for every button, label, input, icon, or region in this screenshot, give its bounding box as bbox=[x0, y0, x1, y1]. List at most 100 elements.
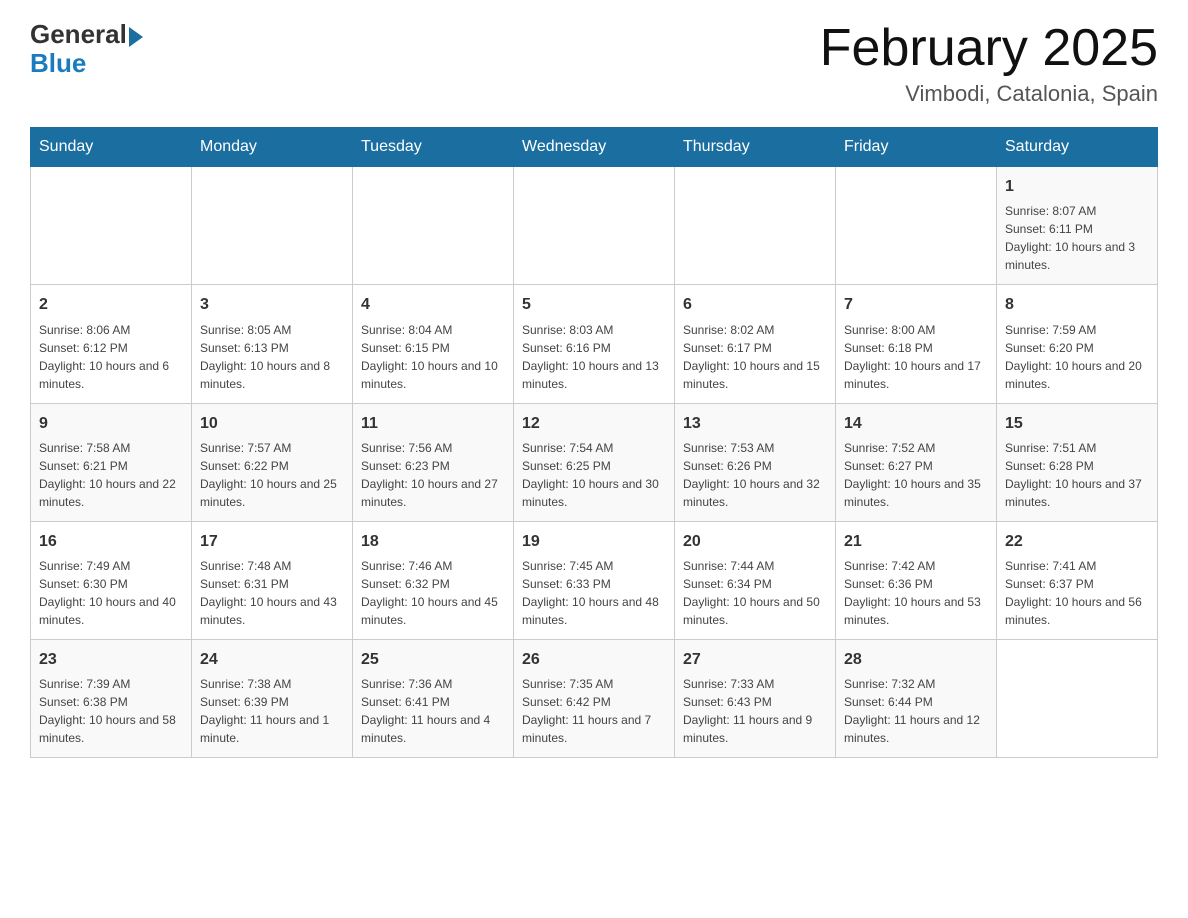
calendar-cell: 25 Sunrise: 7:36 AMSunset: 6:41 PMDayligh… bbox=[353, 639, 514, 757]
calendar-cell: 12Sunrise: 7:54 AMSunset: 6:25 PMDayligh… bbox=[514, 403, 675, 521]
day-number: 15 bbox=[1005, 412, 1149, 435]
calendar-cell bbox=[192, 167, 353, 285]
calendar-cell: 7 Sunrise: 8:00 AMSunset: 6:18 PMDaylight… bbox=[836, 285, 997, 403]
day-number: 25 bbox=[361, 648, 505, 671]
day-number: 11 bbox=[361, 412, 505, 435]
logo-arrow-icon bbox=[129, 27, 143, 47]
day-number: 12 bbox=[522, 412, 666, 435]
day-number: 10 bbox=[200, 412, 344, 435]
day-info: Sunrise: 7:36 AMSunset: 6:41 PMDaylight:… bbox=[361, 675, 505, 747]
day-number: 19 bbox=[522, 530, 666, 553]
calendar-cell bbox=[31, 167, 192, 285]
day-number: 4 bbox=[361, 293, 505, 316]
logo: General Blue bbox=[30, 20, 143, 77]
day-info: Sunrise: 7:39 AMSunset: 6:38 PMDaylight:… bbox=[39, 675, 183, 747]
location-subtitle: Vimbodi, Catalonia, Spain bbox=[820, 81, 1158, 107]
day-info: Sunrise: 7:46 AMSunset: 6:32 PMDaylight:… bbox=[361, 557, 505, 629]
month-year-title: February 2025 bbox=[820, 20, 1158, 77]
calendar-cell: 6 Sunrise: 8:02 AMSunset: 6:17 PMDaylight… bbox=[675, 285, 836, 403]
calendar-cell: 21Sunrise: 7:42 AMSunset: 6:36 PMDayligh… bbox=[836, 521, 997, 639]
day-number: 7 bbox=[844, 293, 988, 316]
day-info: Sunrise: 7:41 AMSunset: 6:37 PMDaylight:… bbox=[1005, 557, 1149, 629]
calendar-cell: 2 Sunrise: 8:06 AMSunset: 6:12 PMDaylight… bbox=[31, 285, 192, 403]
day-number: 26 bbox=[522, 648, 666, 671]
calendar-cell: 4 Sunrise: 8:04 AMSunset: 6:15 PMDaylight… bbox=[353, 285, 514, 403]
day-info: Sunrise: 7:48 AMSunset: 6:31 PMDaylight:… bbox=[200, 557, 344, 629]
calendar-cell: 17 Sunrise: 7:48 AMSunset: 6:31 PMDayligh… bbox=[192, 521, 353, 639]
logo-general-text: General bbox=[30, 19, 127, 49]
day-info: Sunrise: 7:56 AMSunset: 6:23 PMDaylight:… bbox=[361, 439, 505, 511]
calendar-week-row: 1 Sunrise: 8:07 AMSunset: 6:11 PMDaylight… bbox=[31, 167, 1158, 285]
day-info: Sunrise: 7:53 AMSunset: 6:26 PMDaylight:… bbox=[683, 439, 827, 511]
day-info: Sunrise: 8:02 AMSunset: 6:17 PMDaylight:… bbox=[683, 321, 827, 393]
calendar-cell: 18 Sunrise: 7:46 AMSunset: 6:32 PMDayligh… bbox=[353, 521, 514, 639]
day-number: 16 bbox=[39, 530, 183, 553]
calendar-week-row: 2 Sunrise: 8:06 AMSunset: 6:12 PMDaylight… bbox=[31, 285, 1158, 403]
calendar-cell: 26 Sunrise: 7:35 AMSunset: 6:42 PMDayligh… bbox=[514, 639, 675, 757]
calendar-week-row: 9Sunrise: 7:58 AMSunset: 6:21 PMDaylight… bbox=[31, 403, 1158, 521]
day-number: 5 bbox=[522, 293, 666, 316]
weekday-header-wednesday: Wednesday bbox=[514, 128, 675, 167]
day-number: 18 bbox=[361, 530, 505, 553]
day-number: 8 bbox=[1005, 293, 1149, 316]
day-number: 23 bbox=[39, 648, 183, 671]
weekday-header-saturday: Saturday bbox=[997, 128, 1158, 167]
calendar-cell: 10 Sunrise: 7:57 AMSunset: 6:22 PMDayligh… bbox=[192, 403, 353, 521]
calendar-cell: 3Sunrise: 8:05 AMSunset: 6:13 PMDaylight… bbox=[192, 285, 353, 403]
day-number: 1 bbox=[1005, 175, 1149, 198]
day-info: Sunrise: 7:51 AMSunset: 6:28 PMDaylight:… bbox=[1005, 439, 1149, 511]
calendar-cell: 1 Sunrise: 8:07 AMSunset: 6:11 PMDaylight… bbox=[997, 167, 1158, 285]
calendar-cell bbox=[353, 167, 514, 285]
day-info: Sunrise: 8:05 AMSunset: 6:13 PMDaylight:… bbox=[200, 321, 344, 393]
day-number: 2 bbox=[39, 293, 183, 316]
calendar-cell bbox=[514, 167, 675, 285]
calendar-week-row: 16 Sunrise: 7:49 AMSunset: 6:30 PMDayligh… bbox=[31, 521, 1158, 639]
calendar-header-row: SundayMondayTuesdayWednesdayThursdayFrid… bbox=[31, 128, 1158, 167]
day-info: Sunrise: 7:32 AMSunset: 6:44 PMDaylight:… bbox=[844, 675, 988, 747]
calendar-table: SundayMondayTuesdayWednesdayThursdayFrid… bbox=[30, 127, 1158, 758]
calendar-cell bbox=[836, 167, 997, 285]
calendar-cell: 14 Sunrise: 7:52 AMSunset: 6:27 PMDayligh… bbox=[836, 403, 997, 521]
weekday-header-monday: Monday bbox=[192, 128, 353, 167]
day-number: 24 bbox=[200, 648, 344, 671]
day-info: Sunrise: 8:07 AMSunset: 6:11 PMDaylight:… bbox=[1005, 202, 1149, 274]
day-number: 17 bbox=[200, 530, 344, 553]
calendar-cell: 5 Sunrise: 8:03 AMSunset: 6:16 PMDaylight… bbox=[514, 285, 675, 403]
day-number: 14 bbox=[844, 412, 988, 435]
day-number: 6 bbox=[683, 293, 827, 316]
weekday-header-friday: Friday bbox=[836, 128, 997, 167]
day-info: Sunrise: 7:44 AMSunset: 6:34 PMDaylight:… bbox=[683, 557, 827, 629]
title-block: February 2025 Vimbodi, Catalonia, Spain bbox=[820, 20, 1158, 107]
day-info: Sunrise: 8:03 AMSunset: 6:16 PMDaylight:… bbox=[522, 321, 666, 393]
day-info: Sunrise: 8:06 AMSunset: 6:12 PMDaylight:… bbox=[39, 321, 183, 393]
page-header: General Blue February 2025 Vimbodi, Cata… bbox=[30, 20, 1158, 107]
calendar-cell bbox=[997, 639, 1158, 757]
day-info: Sunrise: 7:49 AMSunset: 6:30 PMDaylight:… bbox=[39, 557, 183, 629]
weekday-header-tuesday: Tuesday bbox=[353, 128, 514, 167]
calendar-cell: 27 Sunrise: 7:33 AMSunset: 6:43 PMDayligh… bbox=[675, 639, 836, 757]
calendar-cell: 15 Sunrise: 7:51 AMSunset: 6:28 PMDayligh… bbox=[997, 403, 1158, 521]
calendar-week-row: 23 Sunrise: 7:39 AMSunset: 6:38 PMDayligh… bbox=[31, 639, 1158, 757]
calendar-cell: 8 Sunrise: 7:59 AMSunset: 6:20 PMDaylight… bbox=[997, 285, 1158, 403]
day-number: 9 bbox=[39, 412, 183, 435]
day-number: 20 bbox=[683, 530, 827, 553]
day-number: 21 bbox=[844, 530, 988, 553]
calendar-cell: 22Sunrise: 7:41 AMSunset: 6:37 PMDayligh… bbox=[997, 521, 1158, 639]
day-info: Sunrise: 7:59 AMSunset: 6:20 PMDaylight:… bbox=[1005, 321, 1149, 393]
calendar-cell bbox=[675, 167, 836, 285]
day-info: Sunrise: 7:38 AMSunset: 6:39 PMDaylight:… bbox=[200, 675, 344, 747]
logo-blue-text: Blue bbox=[30, 49, 86, 78]
calendar-cell: 11 Sunrise: 7:56 AMSunset: 6:23 PMDayligh… bbox=[353, 403, 514, 521]
day-number: 27 bbox=[683, 648, 827, 671]
day-info: Sunrise: 7:52 AMSunset: 6:27 PMDaylight:… bbox=[844, 439, 988, 511]
day-info: Sunrise: 7:35 AMSunset: 6:42 PMDaylight:… bbox=[522, 675, 666, 747]
calendar-cell: 23 Sunrise: 7:39 AMSunset: 6:38 PMDayligh… bbox=[31, 639, 192, 757]
calendar-cell: 20 Sunrise: 7:44 AMSunset: 6:34 PMDayligh… bbox=[675, 521, 836, 639]
day-info: Sunrise: 7:33 AMSunset: 6:43 PMDaylight:… bbox=[683, 675, 827, 747]
day-info: Sunrise: 8:04 AMSunset: 6:15 PMDaylight:… bbox=[361, 321, 505, 393]
day-info: Sunrise: 7:57 AMSunset: 6:22 PMDaylight:… bbox=[200, 439, 344, 511]
calendar-cell: 13Sunrise: 7:53 AMSunset: 6:26 PMDayligh… bbox=[675, 403, 836, 521]
day-number: 28 bbox=[844, 648, 988, 671]
day-info: Sunrise: 8:00 AMSunset: 6:18 PMDaylight:… bbox=[844, 321, 988, 393]
calendar-cell: 24 Sunrise: 7:38 AMSunset: 6:39 PMDayligh… bbox=[192, 639, 353, 757]
